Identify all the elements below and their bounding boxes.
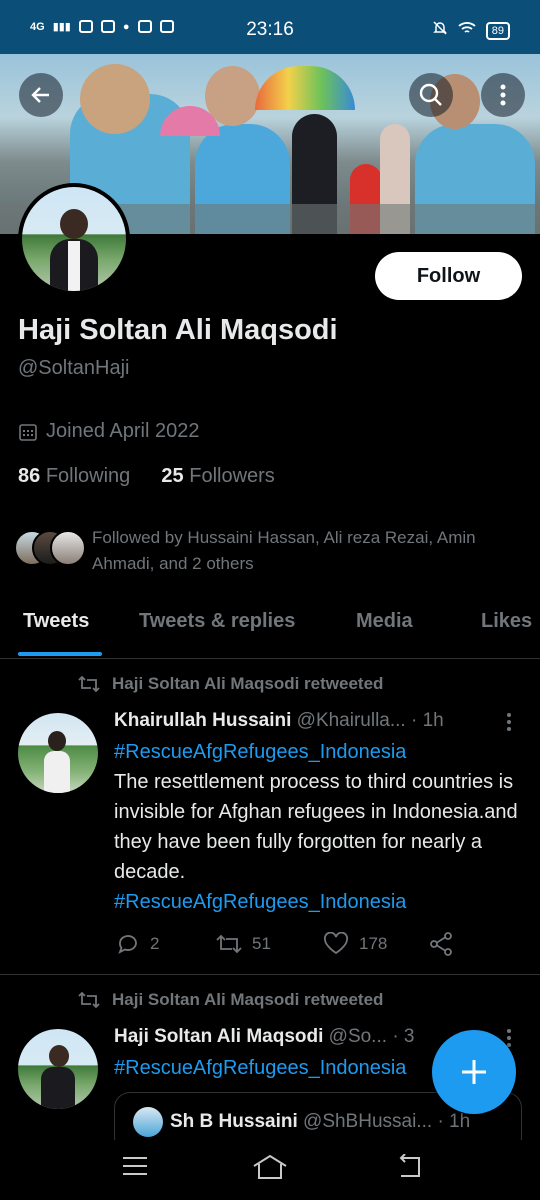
follow-button[interactable]: Follow: [375, 252, 522, 300]
plus-icon: [462, 1060, 486, 1084]
tab-likes[interactable]: Likes: [481, 610, 532, 633]
status-bar: 4G ▮▮▮ ● 23:16 89: [0, 0, 540, 54]
avatar: [133, 1107, 163, 1137]
hashtag-link[interactable]: #RescueAfgRefugees_Indonesia: [114, 887, 526, 917]
share-button[interactable]: [428, 931, 454, 957]
follow-counts: 86 Following 25 Followers: [18, 465, 275, 488]
tweet-author-handle: @Khairulla...: [296, 710, 406, 731]
tweet-text: The resettlement process to third countr…: [114, 771, 518, 883]
tab-tweets-replies[interactable]: Tweets & replies: [139, 610, 295, 633]
quoted-author-handle: @ShBHussai...: [303, 1111, 433, 1132]
system-nav-bar: [0, 1140, 540, 1200]
tweet-author-name[interactable]: Khairullah Hussaini: [114, 710, 291, 731]
home-button[interactable]: [252, 1154, 288, 1185]
like-button[interactable]: 178: [323, 932, 428, 956]
quoted-tweet-time: · 1h: [437, 1111, 471, 1132]
divider: [0, 974, 540, 975]
reply-button[interactable]: 2: [116, 932, 216, 956]
hashtag-link[interactable]: #RescueAfgRefugees_Indonesia: [114, 1053, 406, 1083]
like-count: 178: [359, 934, 388, 953]
following-count: 86: [18, 465, 41, 487]
reply-icon: [118, 935, 137, 954]
hashtag-link[interactable]: #RescueAfgRefugees_Indonesia: [114, 737, 526, 767]
profile-tabs: Tweets Tweets & replies Media Likes: [0, 598, 540, 659]
retweet-icon: [78, 675, 100, 693]
status-icons-right: 89: [432, 20, 510, 41]
quoted-tweet-header: Sh B Hussaini @ShBHussai... · 1h: [170, 1111, 515, 1133]
share-icon: [430, 932, 452, 956]
home-icon: [253, 1154, 287, 1179]
heart-icon: [324, 932, 348, 955]
search-icon: [419, 83, 442, 106]
menu-button[interactable]: [121, 1154, 149, 1183]
followed-by-text[interactable]: Followed by Hussaini Hassan, Ali reza Re…: [92, 525, 512, 577]
tweet-author-avatar[interactable]: [18, 1029, 98, 1109]
tab-tweets[interactable]: Tweets: [23, 610, 89, 633]
joined-date: Joined April 2022: [18, 420, 199, 443]
battery-icon: 89: [485, 21, 510, 40]
retweet-label: Haji Soltan Ali Maqsodi retweeted: [112, 990, 384, 1009]
following-label: Following: [45, 465, 131, 487]
tweet-body: #RescueAfgRefugees_Indonesia The resettl…: [114, 737, 526, 917]
menu-icon: [123, 1157, 147, 1175]
tweet-more-button[interactable]: [505, 712, 513, 737]
reply-count: 2: [150, 934, 160, 953]
joined-text: Joined April 2022: [46, 420, 200, 442]
tweet-header: Khairullah Hussaini @Khairulla... · 1h: [114, 710, 494, 732]
following-link[interactable]: 86 Following: [18, 465, 130, 487]
tweet-body: #RescueAfgRefugees_Indonesia: [114, 1053, 406, 1083]
tweet-author-avatar[interactable]: [18, 713, 98, 793]
mute-icon: [432, 20, 448, 41]
retweet-indicator: Haji Soltan Ali Maqsodi retweeted: [78, 674, 383, 694]
retweet-button[interactable]: 51: [216, 933, 323, 955]
compose-tweet-button[interactable]: [432, 1030, 516, 1114]
profile-avatar[interactable]: [18, 183, 130, 295]
calendar-icon: [19, 423, 37, 441]
active-tab-indicator: [18, 652, 102, 656]
arrow-left-icon: [31, 87, 49, 103]
retweet-icon: [78, 991, 100, 1009]
tweet-time: · 1h: [411, 710, 444, 731]
tweet-time: · 3: [392, 1026, 415, 1047]
profile-handle: @SoltanHaji: [18, 357, 130, 379]
wifi-icon: [458, 21, 476, 40]
followed-by-avatars: [14, 528, 88, 568]
tab-media[interactable]: Media: [356, 610, 413, 633]
more-vertical-icon: [500, 84, 506, 106]
back-icon: [399, 1153, 420, 1177]
retweet-indicator: Haji Soltan Ali Maqsodi retweeted: [78, 990, 383, 1010]
avatar: [50, 530, 86, 566]
followers-link[interactable]: 25 Followers: [161, 465, 274, 487]
followers-count: 25: [161, 465, 184, 487]
profile-name: Haji Soltan Ali Maqsodi: [18, 314, 338, 346]
retweet-label: Haji Soltan Ali Maqsodi retweeted: [112, 674, 384, 693]
more-button[interactable]: [481, 73, 525, 117]
more-vertical-icon: [507, 713, 511, 731]
tweet-author-handle: @So...: [328, 1026, 388, 1047]
retweet-count: 51: [252, 934, 271, 953]
tweet-author-name[interactable]: Haji Soltan Ali Maqsodi: [114, 1026, 323, 1047]
followers-label: Followers: [189, 465, 275, 487]
quoted-author-name: Sh B Hussaini: [170, 1111, 298, 1132]
search-button[interactable]: [409, 73, 453, 117]
avatar-image: [22, 187, 126, 291]
tweet-actions: 2 51 178: [116, 931, 526, 957]
tweet-header: Haji Soltan Ali Maqsodi @So... · 3: [114, 1026, 494, 1048]
retweet-icon: [216, 934, 242, 954]
back-nav-button[interactable]: [396, 1153, 424, 1185]
back-button[interactable]: [19, 73, 63, 117]
